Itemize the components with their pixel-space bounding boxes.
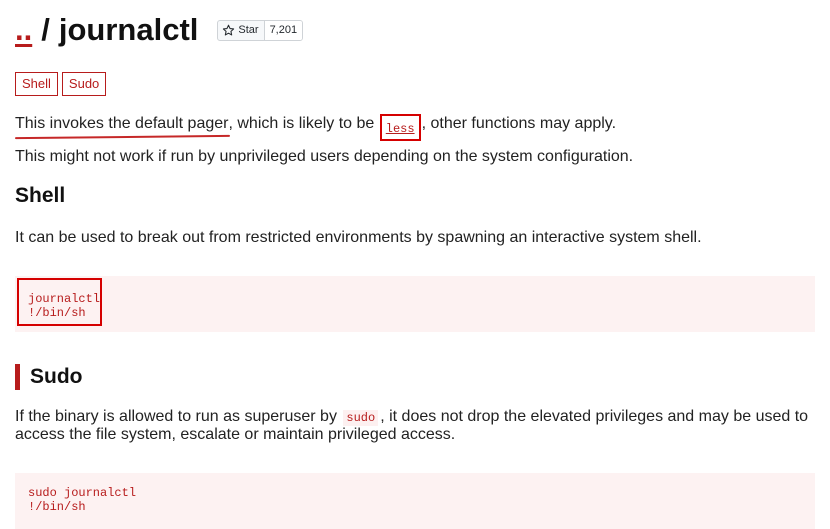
intro-text-part2: , which is likely to be: [228, 115, 375, 132]
star-label: Star: [238, 24, 259, 36]
sudo-code-content: sudo journalctl !/bin/sh: [28, 486, 136, 514]
tag-shell[interactable]: Shell: [15, 72, 58, 96]
less-highlight-box: less: [379, 114, 421, 141]
sudo-description: If the binary is allowed to run as super…: [15, 408, 808, 426]
sudo-heading: Sudo: [15, 364, 83, 390]
sudo-inline-code: sudo: [343, 410, 379, 426]
shell-description: It can be used to break out from restric…: [15, 229, 702, 246]
sudo-desc-part1: If the binary is allowed to run as super…: [15, 408, 337, 425]
underlined-phrase: This invokes the default pager: [15, 115, 229, 132]
sudo-description-line2: access the file system, escalate or main…: [15, 426, 456, 443]
code-line: sudo journalctl: [28, 486, 137, 500]
function-tags: Shell Sudo: [15, 72, 107, 96]
page-header: .. / journalctl Star 7,201: [15, 8, 304, 52]
github-star-widget[interactable]: Star 7,201: [217, 19, 304, 41]
star-count[interactable]: 7,201: [264, 20, 303, 40]
code-line: !/bin/sh: [28, 500, 86, 514]
tag-sudo[interactable]: Sudo: [61, 72, 107, 96]
sudo-desc-part2: , it does not drop the elevated privileg…: [380, 408, 809, 425]
shell-code-highlight-box: journalctl !/bin/sh: [17, 278, 102, 326]
intro-warning-text: This might not work if run by unprivileg…: [15, 148, 634, 165]
less-link[interactable]: less: [386, 122, 415, 136]
intro-text-part3: , other functions may apply.: [421, 115, 617, 132]
shell-code-block[interactable]: journalctl !/bin/sh: [15, 276, 815, 332]
title-separator: /: [41, 12, 50, 47]
star-button[interactable]: Star: [218, 20, 265, 40]
star-outline-icon: [223, 24, 235, 35]
sudo-code-block[interactable]: sudo journalctl !/bin/sh: [15, 473, 815, 529]
code-line: !/bin/sh: [28, 306, 86, 320]
code-line: journalctl: [28, 292, 101, 306]
page-title: journalctl: [58, 12, 199, 47]
intro-pager-text: This invokes the default pager, which is…: [15, 114, 616, 141]
parent-link[interactable]: ..: [15, 12, 32, 48]
shell-heading: Shell: [15, 184, 66, 207]
